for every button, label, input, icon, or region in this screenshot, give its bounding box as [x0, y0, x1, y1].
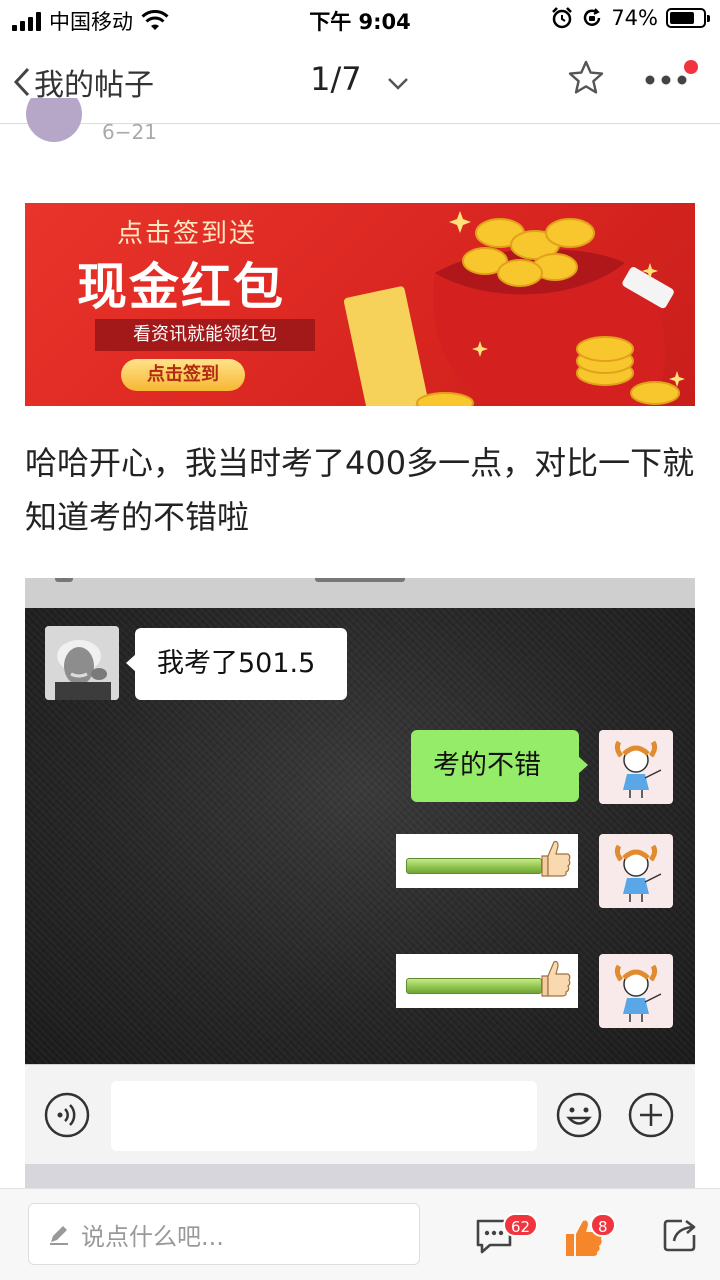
thumbs-up-sticker — [396, 834, 578, 888]
comment-input[interactable]: 说点什么吧... — [28, 1203, 420, 1265]
sign-in-banner[interactable]: 点击签到送 现金红包 看资讯就能领红包 点击签到 — [25, 203, 695, 406]
alarm-icon — [552, 7, 573, 29]
sign-in-button[interactable]: 点击签到 — [121, 359, 245, 391]
chat-bubble-sent: 考的不错 — [411, 730, 588, 802]
comment-placeholder: 说点什么吧... — [81, 1222, 224, 1251]
more-dots-icon — [645, 75, 687, 85]
pencil-icon — [50, 1226, 68, 1245]
author-avatar[interactable] — [26, 98, 82, 142]
rotation-lock-icon — [584, 8, 601, 26]
sender-avatar — [45, 626, 119, 700]
chat-keyboard-strip — [25, 1164, 695, 1188]
plus-icon — [628, 1092, 674, 1138]
post-body: 哈哈开心，我当时考了400多一点，对比一下就知道考的不错啦 — [25, 444, 695, 536]
bottom-action-bar: 说点什么吧... 62 8 — [0, 1188, 720, 1280]
thumbs-up-sticker — [396, 954, 578, 1008]
chat-screenshot-image[interactable]: 我考了501.5 考的不错 — [25, 578, 695, 1188]
post-date: 6−21 — [102, 120, 157, 144]
share-icon — [663, 1219, 696, 1252]
banner-title: 现金红包 — [77, 258, 285, 316]
favorite-button[interactable] — [566, 58, 606, 102]
page-selector[interactable]: 1/7 — [0, 60, 720, 100]
chat-background — [25, 608, 695, 1064]
page-indicator: 1/7 — [310, 60, 362, 98]
battery-percent: 74% — [611, 6, 658, 30]
red-envelope-coins-illustration — [343, 211, 685, 406]
status-bar: 中国移动 下午 9:04 74% — [0, 0, 720, 40]
banner-subtitle: 点击签到送 — [117, 219, 258, 249]
receiver-avatar — [599, 954, 673, 1028]
like-count-badge: 8 — [590, 1213, 616, 1237]
star-icon — [568, 60, 604, 94]
chat-bubble-received: 我考了501.5 — [126, 628, 347, 700]
chat-text-field — [111, 1081, 537, 1151]
chat-input-toolbar — [25, 1064, 695, 1164]
voice-icon — [44, 1092, 90, 1138]
comment-count-badge: 62 — [503, 1213, 539, 1237]
chevron-down-icon — [387, 78, 408, 90]
navigation-bar: 我的帖子 1/7 — [0, 40, 720, 124]
more-button[interactable] — [644, 60, 688, 104]
notification-dot — [684, 60, 698, 74]
emoji-icon — [556, 1092, 602, 1138]
battery-icon — [666, 8, 710, 28]
share-button[interactable] — [662, 1217, 698, 1257]
chat-header-strip — [25, 578, 695, 608]
receiver-avatar — [599, 730, 673, 804]
receiver-avatar — [599, 834, 673, 908]
banner-ribbon: 看资讯就能领红包 — [95, 319, 315, 351]
